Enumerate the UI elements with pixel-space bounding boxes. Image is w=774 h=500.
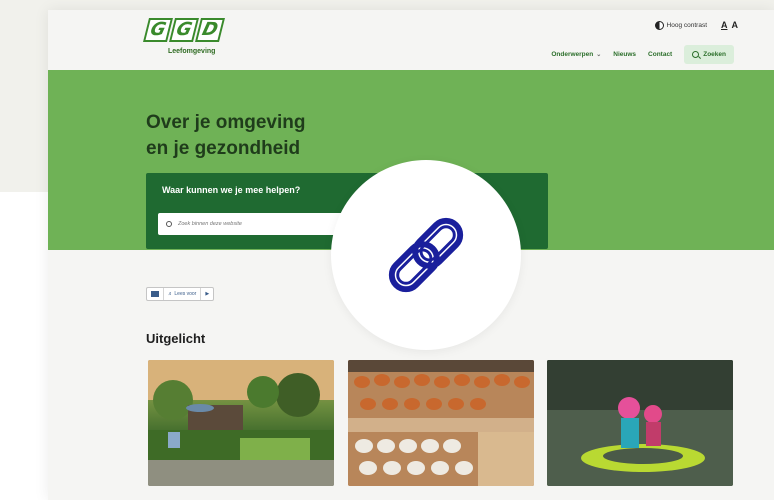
link-icon	[388, 217, 464, 293]
read-aloud-button[interactable]: ♬ Lees voor	[164, 288, 202, 300]
read-aloud-label: Lees voor	[174, 291, 197, 297]
eggs-image	[348, 360, 534, 486]
font-size-small-button[interactable]: A	[721, 20, 728, 30]
play-icon: ▶	[205, 291, 210, 297]
grid-icon	[151, 291, 159, 297]
read-aloud-bar: ♬ Lees voor ▶	[146, 287, 215, 301]
font-size-large-button[interactable]: A	[732, 20, 739, 30]
hero-title: Over je omgeving en je gezondheid	[146, 110, 366, 162]
nav-item-nieuws[interactable]: Nieuws	[613, 51, 636, 58]
ggd-logo[interactable]: G G D Leefomgeving	[143, 18, 226, 62]
nav-item-contact[interactable]: Contact	[648, 51, 672, 58]
hero-title-line: Over je omgeving	[146, 112, 306, 133]
high-contrast-toggle[interactable]: Hoog contrast	[654, 20, 707, 30]
nav-item-onderwerpen[interactable]: Onderwerpen ⌄	[551, 51, 601, 58]
contrast-icon	[654, 20, 664, 30]
help-title: Waar kunnen we je mee helpen?	[162, 185, 301, 195]
search-button-label: Zoeken	[703, 51, 726, 58]
featured-card-garden[interactable]	[148, 360, 334, 486]
search-icon	[692, 51, 700, 58]
logo-subtitle: Leefomgeving	[168, 48, 216, 55]
featured-card-eggs[interactable]	[348, 360, 534, 486]
read-aloud-menu-button[interactable]	[147, 288, 164, 300]
logo-mark: G G D	[143, 18, 225, 44]
featured-heading: Uitgelicht	[146, 331, 206, 346]
swimming-image	[547, 360, 733, 486]
main-nav: Onderwerpen ⌄ Nieuws Contact Zoeken	[551, 45, 734, 64]
site-header: G G D Leefomgeving Hoog contrast A A Ond…	[48, 10, 774, 70]
hero-title-line: en je gezondheid	[146, 138, 301, 159]
featured-card-water[interactable]	[547, 360, 733, 486]
link-badge	[331, 160, 521, 350]
site-search-input[interactable]: Zoek binnen deze website	[158, 213, 346, 235]
chevron-down-icon: ⌄	[596, 52, 602, 58]
utility-bar: Hoog contrast A A	[654, 20, 738, 30]
garden-image	[148, 360, 334, 486]
logo-letter: G	[169, 18, 199, 42]
font-size-controls: A A	[721, 20, 738, 30]
nav-label: Onderwerpen	[551, 51, 594, 58]
logo-letter: D	[195, 18, 225, 42]
logo-letter: G	[143, 18, 173, 42]
play-button[interactable]: ▶	[201, 288, 213, 300]
search-icon	[166, 221, 172, 227]
search-button[interactable]: Zoeken	[684, 45, 734, 64]
contrast-label: Hoog contrast	[666, 21, 707, 29]
search-placeholder: Zoek binnen deze website	[178, 221, 242, 227]
